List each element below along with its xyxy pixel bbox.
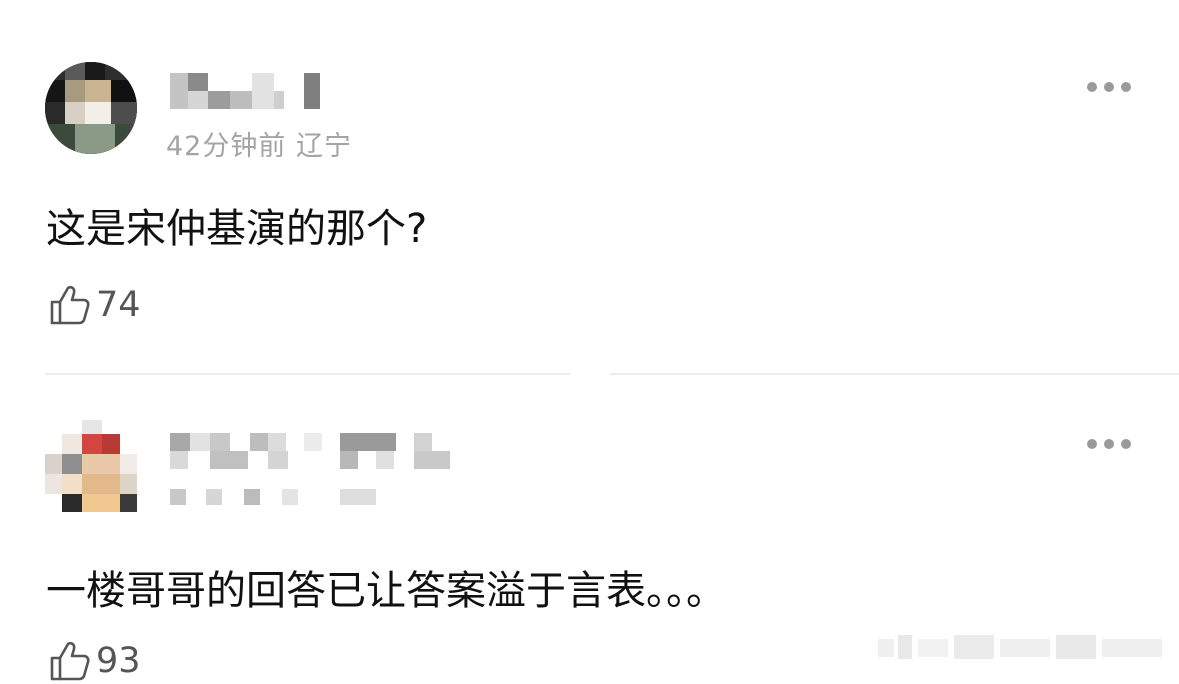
- comment-text: 一楼哥哥的回答已让答案溢于言表。。。: [46, 568, 726, 614]
- like-count: 93: [96, 641, 141, 681]
- comment-text: 这是宋仲基演的那个?: [46, 206, 428, 252]
- like-button[interactable]: 74: [48, 282, 141, 328]
- comment-meta: 42分钟前 辽宁: [166, 124, 352, 163]
- avatar[interactable]: [45, 62, 137, 154]
- username-blurred[interactable]: [170, 433, 470, 513]
- avatar-mosaic: [45, 420, 137, 512]
- username-blurred[interactable]: [170, 73, 330, 113]
- more-dots-icon[interactable]: [1087, 439, 1131, 449]
- comment-location: 辽宁: [295, 131, 352, 162]
- comment-item: 42分钟前 辽宁 这是宋仲基演的那个? 74: [0, 0, 1179, 374]
- thumbs-up-icon: [50, 641, 90, 681]
- like-button[interactable]: 93: [48, 638, 141, 684]
- thumbs-up-icon: [50, 285, 90, 325]
- more-dots-icon[interactable]: [1087, 82, 1131, 92]
- comment-time: 42分钟前: [166, 131, 287, 162]
- like-count: 74: [96, 285, 141, 325]
- avatar[interactable]: [45, 420, 137, 512]
- avatar-mosaic: [45, 62, 137, 154]
- comment-item: 一楼哥哥的回答已让答案溢于言表。。。 93: [0, 375, 1179, 683]
- watermark-blurred: [878, 635, 1162, 659]
